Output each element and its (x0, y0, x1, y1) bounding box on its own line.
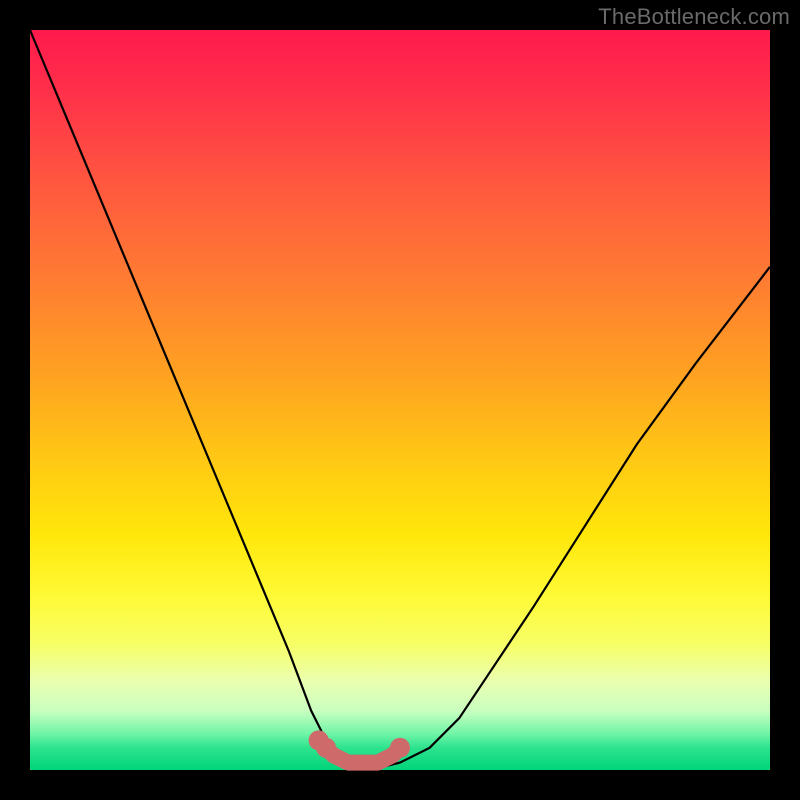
plot-area (30, 30, 770, 770)
optimal-dot (316, 738, 336, 758)
optimal-dot (390, 738, 410, 758)
curve-layer (30, 30, 770, 770)
bottleneck-curve (30, 30, 770, 766)
chart-frame: TheBottleneck.com (0, 0, 800, 800)
watermark-text: TheBottleneck.com (598, 4, 790, 30)
optimal-highlight-group (309, 730, 410, 762)
